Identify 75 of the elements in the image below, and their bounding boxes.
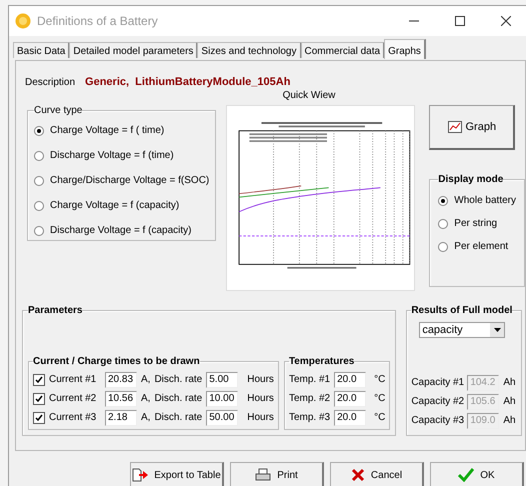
radio-option[interactable]: Charge Voltage = f ( time) bbox=[34, 118, 164, 143]
current-label: Current #2 bbox=[49, 393, 98, 404]
temperature-label: Temp. #2 bbox=[288, 393, 330, 404]
current-field[interactable]: 20.83 bbox=[105, 372, 137, 388]
rate-label: Disch. rate bbox=[154, 393, 202, 404]
result-dropdown[interactable]: capacity bbox=[419, 322, 506, 338]
app-icon bbox=[15, 13, 31, 29]
temperature-field[interactable]: 20.0 bbox=[334, 390, 366, 406]
current-label: Current #3 bbox=[49, 412, 98, 423]
radio-option[interactable]: Discharge Voltage = f (time) bbox=[34, 143, 174, 168]
description-value: Generic, LithiumBatteryModule_105Ah bbox=[85, 76, 290, 88]
unit-label: °C bbox=[374, 412, 386, 423]
tab[interactable]: Commercial data bbox=[300, 42, 386, 58]
radio-option[interactable]: Per string bbox=[438, 212, 498, 235]
group-title: Temperatures bbox=[288, 356, 354, 367]
unit-label: °C bbox=[374, 374, 386, 385]
print-button[interactable]: Print bbox=[230, 462, 324, 486]
checkbox[interactable] bbox=[33, 412, 45, 424]
radio-option[interactable]: Charge Voltage = f (capacity) bbox=[34, 193, 180, 218]
radio-option[interactable]: Per element bbox=[438, 235, 508, 258]
capacity-label: Capacity #1 bbox=[411, 377, 464, 388]
group-title: Parameters bbox=[28, 305, 82, 316]
current-label: Current #1 bbox=[49, 374, 98, 385]
rate-field[interactable]: 50.00 bbox=[206, 410, 238, 426]
checkbox[interactable] bbox=[33, 392, 45, 404]
tab[interactable]: Graphs bbox=[384, 39, 426, 59]
group-title: Curve type bbox=[34, 105, 82, 116]
radio-option[interactable]: Charge/Discharge Voltage = f(SOC) bbox=[34, 168, 210, 193]
capacity-label: Capacity #3 bbox=[411, 415, 464, 426]
unit-label: A, bbox=[141, 412, 150, 423]
temperature-field[interactable]: 20.0 bbox=[334, 372, 366, 388]
group-title: Display mode bbox=[438, 174, 504, 185]
group-title: Current / Charge times to be drawn bbox=[33, 356, 200, 367]
close-icon bbox=[501, 16, 511, 26]
minimize-icon bbox=[409, 20, 419, 22]
temperature-field[interactable]: 20.0 bbox=[334, 410, 366, 426]
rate-field[interactable]: 5.00 bbox=[206, 372, 238, 388]
window-title: Definitions of a Battery bbox=[37, 14, 159, 28]
temperature-label: Temp. #1 bbox=[288, 374, 330, 385]
export-icon bbox=[132, 468, 148, 482]
x-icon bbox=[350, 468, 365, 482]
ok-button[interactable]: OK bbox=[430, 462, 524, 486]
tab[interactable]: Sizes and technology bbox=[197, 42, 302, 58]
current-field[interactable]: 10.56 bbox=[105, 390, 137, 406]
dropdown-arrow-icon bbox=[494, 328, 501, 332]
export-button[interactable]: Export to Table bbox=[130, 462, 224, 486]
unit-label: Ah bbox=[503, 396, 516, 407]
chart-icon bbox=[448, 121, 462, 133]
capacity-label: Capacity #2 bbox=[411, 396, 464, 407]
cancel-button[interactable]: Cancel bbox=[330, 462, 424, 486]
rate-field[interactable]: 10.00 bbox=[206, 390, 238, 406]
unit-label: Hours bbox=[247, 393, 274, 404]
unit-label: Ah bbox=[503, 415, 516, 426]
current-field[interactable]: 2.18 bbox=[105, 410, 137, 426]
temperature-label: Temp. #3 bbox=[288, 412, 330, 423]
checkbox[interactable] bbox=[33, 374, 45, 386]
printer-icon bbox=[255, 468, 272, 482]
radio-option[interactable]: Whole battery bbox=[438, 189, 516, 212]
checkmark-icon bbox=[458, 468, 474, 482]
group-title: Results of Full model bbox=[411, 305, 512, 316]
graph-button[interactable]: Graph bbox=[429, 105, 516, 150]
tab[interactable]: Detailed model parameters bbox=[69, 42, 198, 58]
unit-label: Hours bbox=[247, 374, 274, 385]
rate-label: Disch. rate bbox=[154, 412, 202, 423]
unit-label: °C bbox=[374, 393, 386, 404]
unit-label: Hours bbox=[247, 412, 274, 423]
maximize-icon bbox=[455, 16, 465, 26]
unit-label: A, bbox=[141, 374, 150, 385]
unit-label: Ah bbox=[503, 377, 516, 388]
quick-view-title: Quick Wiew bbox=[282, 90, 336, 103]
description-label: Description bbox=[25, 76, 76, 88]
rate-label: Disch. rate bbox=[154, 374, 202, 385]
radio-option[interactable]: Discharge Voltage = f (capacity) bbox=[34, 218, 192, 243]
tab[interactable]: Basic Data bbox=[13, 42, 70, 58]
unit-label: A, bbox=[141, 393, 150, 404]
